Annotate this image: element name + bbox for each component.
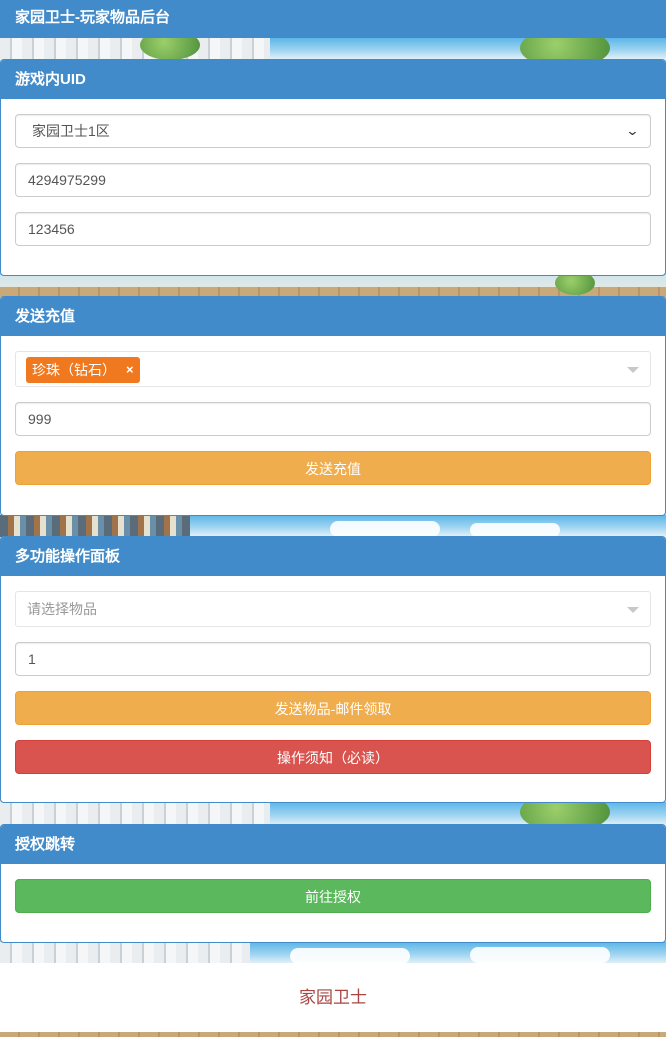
password-input-value: 123456 [28,221,75,237]
background-scene-6 [0,1032,666,1037]
uid-input[interactable]: 4294975299 [15,163,651,197]
recharge-item-select[interactable]: 珍珠（钻石） × [15,351,651,387]
server-select[interactable]: 家园卫士1区 ⌄ [15,114,651,148]
item-select-placeholder: 请选择物品 [27,601,97,617]
selected-item-tag-label: 珍珠（钻石） [32,362,116,378]
multi-panel-heading: 多功能操作面板 [1,537,665,576]
recharge-panel: 发送充值 珍珠（钻石） × 999 发送充值 [0,296,666,516]
dropdown-caret-icon [627,367,639,373]
auth-panel: 授权跳转 前往授权 [0,824,666,943]
background-scene-5 [0,942,666,964]
recharge-panel-heading: 发送充值 [1,297,665,336]
dropdown-caret-icon [627,607,639,613]
background-scene-2 [0,275,666,297]
uid-panel: 游戏内UID 家园卫士1区 ⌄ 4294975299 123456 [0,59,666,276]
page-title: 家园卫士-玩家物品后台 [15,9,170,26]
send-recharge-button[interactable]: 发送充值 [15,451,651,485]
server-select-value: 家园卫士1区 [32,123,110,139]
password-input[interactable]: 123456 [15,212,651,246]
footer-text: 家园卫士 [299,988,367,1007]
selected-item-tag: 珍珠（钻石） × [26,357,140,383]
send-item-mail-button[interactable]: 发送物品-邮件领取 [15,691,651,725]
recharge-amount-input[interactable]: 999 [15,402,651,436]
page-header: 家园卫士-玩家物品后台 [0,0,666,38]
remove-tag-icon[interactable]: × [126,357,134,383]
recharge-amount-value: 999 [28,411,52,427]
item-select[interactable]: 请选择物品 [15,591,651,627]
footer: 家园卫士 [0,963,666,1032]
uid-input-value: 4294975299 [28,172,106,188]
goto-auth-button[interactable]: 前往授权 [15,879,651,913]
auth-panel-heading: 授权跳转 [1,825,665,864]
quantity-input[interactable]: 1 [15,642,651,676]
background-scene-3 [0,515,666,537]
operation-notice-button[interactable]: 操作须知（必读） [15,740,651,774]
chevron-down-icon: ⌄ [625,123,640,138]
multi-function-panel: 多功能操作面板 请选择物品 1 发送物品-邮件领取 操作须知（必读） [0,536,666,803]
background-scene-4 [0,802,666,826]
quantity-input-value: 1 [28,651,36,667]
uid-panel-heading: 游戏内UID [1,60,665,99]
background-scene-1 [0,38,666,60]
